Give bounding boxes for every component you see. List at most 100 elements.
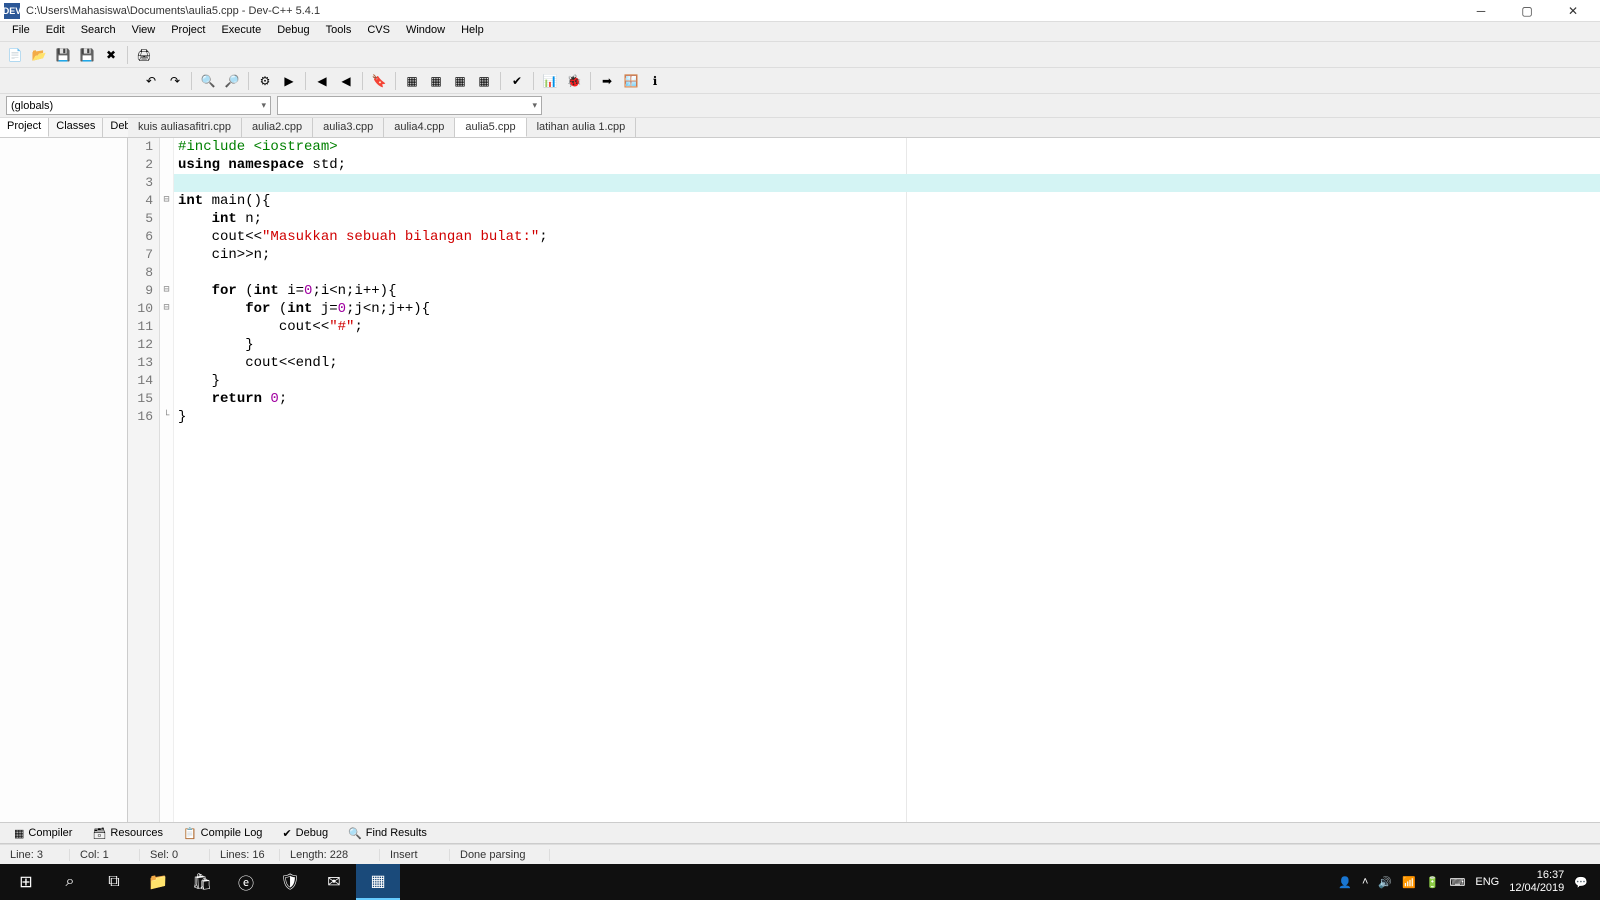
new-win-button[interactable]: 🪟	[620, 70, 642, 92]
menu-debug[interactable]: Debug	[269, 22, 317, 41]
menu-file[interactable]: File	[4, 22, 38, 41]
goto-button[interactable]: ➡	[596, 70, 618, 92]
start-button[interactable]: ⊞	[4, 864, 48, 900]
mcafee-button[interactable]: 🛡	[268, 864, 312, 900]
clock[interactable]: 16:37 12/04/2019	[1509, 869, 1564, 895]
bottom-tab-resources[interactable]: 🗃Resources	[82, 824, 173, 843]
explorer-button[interactable]: 📁	[136, 864, 180, 900]
fold-marker[interactable]: ⊟	[160, 300, 173, 318]
bookmark-button[interactable]: 🔖	[368, 70, 390, 92]
save-all-button[interactable]: 💾	[76, 44, 98, 66]
people-icon[interactable]: 👤	[1338, 876, 1352, 889]
code-line[interactable]: cin>>n;	[174, 246, 1600, 264]
profile-button[interactable]: 📊	[539, 70, 561, 92]
code-line[interactable]: for (int j=0;j<n;j++){	[174, 300, 1600, 318]
forward-button[interactable]: ◀	[335, 70, 357, 92]
volume-icon[interactable]: 🔊	[1378, 876, 1392, 889]
compile-button[interactable]: ⚙	[254, 70, 276, 92]
minimize-button[interactable]: ─	[1458, 0, 1504, 22]
code-editor[interactable]: 12345678910111213141516 ⊟⊟⊟└ #include <i…	[128, 138, 1600, 822]
code-line[interactable]	[174, 264, 1600, 282]
bottom-tab-debug[interactable]: ✔Debug	[272, 824, 338, 843]
back-button[interactable]: ◀	[311, 70, 333, 92]
code-line[interactable]: cout<<"#";	[174, 318, 1600, 336]
grid2-button[interactable]: ▦	[425, 70, 447, 92]
file-tab[interactable]: aulia2.cpp	[242, 118, 313, 137]
member-dropdown[interactable]: ▾	[277, 96, 542, 115]
open-button[interactable]: 📂	[28, 44, 50, 66]
menu-project[interactable]: Project	[163, 22, 213, 41]
code-line[interactable]: #include <iostream>	[174, 138, 1600, 156]
keyboard-icon[interactable]: ⌨	[1450, 876, 1466, 889]
menu-help[interactable]: Help	[453, 22, 492, 41]
devcpp-taskbar-button[interactable]: ▦	[356, 864, 400, 900]
notifications-icon[interactable]: 💬	[1574, 876, 1588, 889]
code-line[interactable]: }	[174, 372, 1600, 390]
tray-chevron-icon[interactable]: ˄	[1362, 876, 1368, 888]
network-icon[interactable]: 📶	[1402, 876, 1416, 889]
file-tab[interactable]: aulia3.cpp	[313, 118, 384, 137]
side-tab-classes[interactable]: Classes	[49, 118, 103, 137]
find-button[interactable]: 🔍	[197, 70, 219, 92]
battery-icon[interactable]: 🔋	[1426, 876, 1440, 889]
code-line[interactable]: int main(){	[174, 192, 1600, 210]
check-button[interactable]: ✔	[506, 70, 528, 92]
menu-view[interactable]: View	[124, 22, 164, 41]
grid3-button[interactable]: ▦	[449, 70, 471, 92]
search-button[interactable]: ⌕	[48, 864, 92, 900]
side-tab-project[interactable]: Project	[0, 118, 49, 137]
lang-indicator[interactable]: ENG	[1475, 876, 1499, 888]
code-line[interactable]: for (int i=0;i<n;i++){	[174, 282, 1600, 300]
undo-button[interactable]: ↶	[140, 70, 162, 92]
menu-execute[interactable]: Execute	[213, 22, 269, 41]
chevron-down-icon: ▾	[532, 100, 537, 111]
statusbar: Line: 3 Col: 1 Sel: 0 Lines: 16 Length: …	[0, 844, 1600, 864]
taskview-button[interactable]: ⧉	[92, 864, 136, 900]
toolbar-separator	[533, 72, 534, 90]
side-panel[interactable]	[0, 138, 128, 822]
code-area[interactable]: #include <iostream>using namespace std; i…	[174, 138, 1600, 822]
code-line[interactable]: return 0;	[174, 390, 1600, 408]
code-line[interactable]: int n;	[174, 210, 1600, 228]
mail-button[interactable]: ✉	[312, 864, 356, 900]
menu-tools[interactable]: Tools	[318, 22, 360, 41]
grid4-button[interactable]: ▦	[473, 70, 495, 92]
code-line[interactable]: cout<<endl;	[174, 354, 1600, 372]
new-file-button[interactable]: 📄	[4, 44, 26, 66]
menu-window[interactable]: Window	[398, 22, 453, 41]
code-line[interactable]: cout<<"Masukkan sebuah bilangan bulat:";	[174, 228, 1600, 246]
save-button[interactable]: 💾	[52, 44, 74, 66]
menu-cvs[interactable]: CVS	[359, 22, 398, 41]
about-button[interactable]: ℹ	[644, 70, 666, 92]
fold-marker[interactable]: ⊟	[160, 192, 173, 210]
edge-button[interactable]: ⓔ	[224, 864, 268, 900]
run-button[interactable]: ▶	[278, 70, 300, 92]
bottom-tab-compiler[interactable]: ▦Compiler	[4, 824, 82, 843]
menu-search[interactable]: Search	[73, 22, 124, 41]
code-line[interactable]: using namespace std;	[174, 156, 1600, 174]
code-line[interactable]	[174, 174, 1600, 192]
gutter-line: 16	[128, 408, 153, 426]
menu-edit[interactable]: Edit	[38, 22, 73, 41]
grid1-button[interactable]: ▦	[401, 70, 423, 92]
code-line[interactable]: }	[174, 336, 1600, 354]
file-tab[interactable]: aulia4.cpp	[384, 118, 455, 137]
scope-dropdown[interactable]: (globals) ▾	[6, 96, 271, 115]
replace-button[interactable]: 🔎	[221, 70, 243, 92]
debug-button[interactable]: 🐞	[563, 70, 585, 92]
close-file-button[interactable]: ✖	[100, 44, 122, 66]
close-button[interactable]: ✕	[1550, 0, 1596, 22]
bottom-tab-compile-log[interactable]: 📋Compile Log	[173, 824, 272, 843]
store-button[interactable]: 🛍	[180, 864, 224, 900]
fold-marker[interactable]: ⊟	[160, 282, 173, 300]
maximize-button[interactable]: ▢	[1504, 0, 1550, 22]
print-button[interactable]: 🖨	[133, 44, 155, 66]
system-tray[interactable]: 👤 ˄ 🔊 📶 🔋 ⌨ ENG 16:37 12/04/2019 💬	[1338, 869, 1596, 895]
redo-button[interactable]: ↷	[164, 70, 186, 92]
file-tab[interactable]: latihan aulia 1.cpp	[527, 118, 637, 137]
code-line[interactable]: }	[174, 408, 1600, 426]
file-tab[interactable]: kuis auliasafitri.cpp	[128, 118, 242, 137]
find-results-icon: 🔍	[348, 827, 362, 840]
file-tab[interactable]: aulia5.cpp	[455, 118, 526, 137]
bottom-tab-find-results[interactable]: 🔍Find Results	[338, 824, 437, 843]
